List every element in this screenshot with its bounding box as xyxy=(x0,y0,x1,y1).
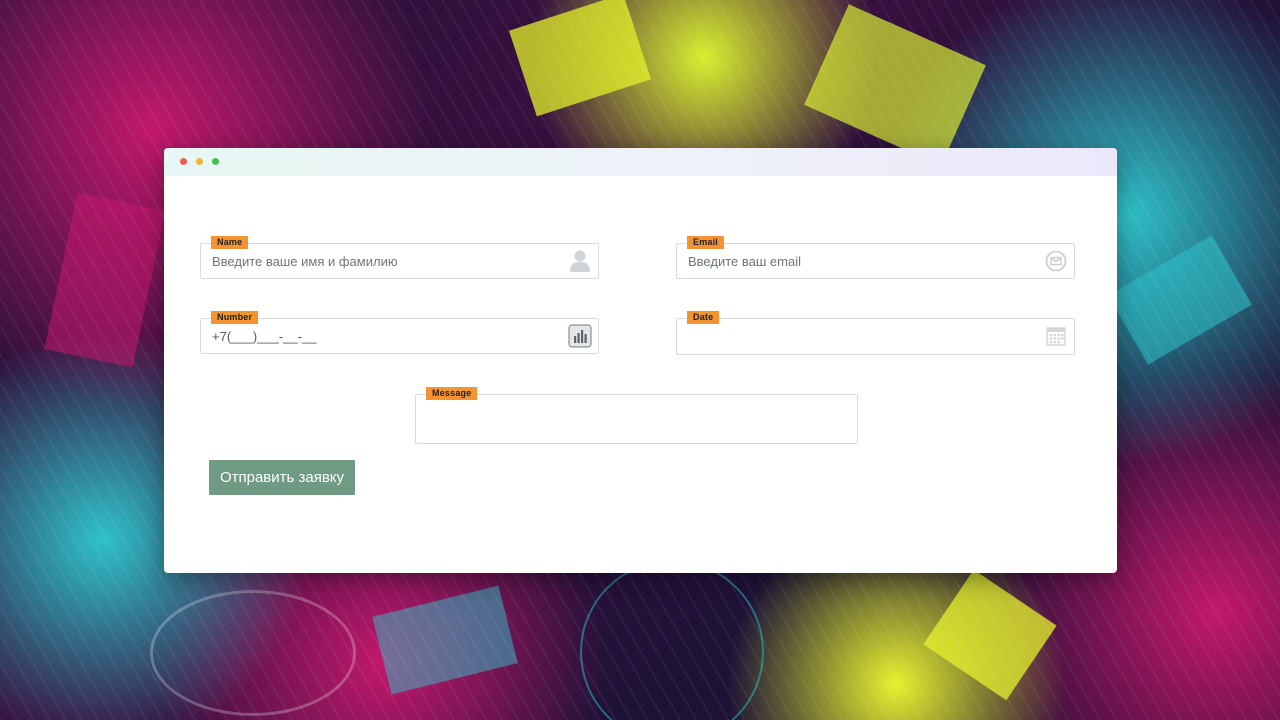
email-input[interactable] xyxy=(677,244,1074,278)
email-field-wrapper: Email xyxy=(676,236,1075,279)
close-window-dot[interactable] xyxy=(180,158,187,165)
user-icon xyxy=(568,249,592,273)
date-field-wrapper: Date xyxy=(676,311,1075,355)
calendar-icon xyxy=(1044,324,1068,348)
number-field-wrapper: Number xyxy=(200,311,599,354)
phone-input[interactable] xyxy=(201,319,598,353)
submit-request-button[interactable]: Отправить заявку xyxy=(209,460,355,495)
message-field-wrapper: Message xyxy=(415,387,858,444)
name-input[interactable] xyxy=(201,244,598,278)
window-titlebar xyxy=(164,148,1117,176)
envelope-icon xyxy=(1044,249,1068,273)
minimize-window-dot[interactable] xyxy=(196,158,203,165)
name-field-wrapper: Name xyxy=(200,236,599,279)
browser-window: Name Email Number xyxy=(164,148,1117,573)
bar-chart-icon xyxy=(568,324,592,348)
date-input[interactable] xyxy=(677,319,1074,354)
message-textarea[interactable] xyxy=(416,395,857,443)
maximize-window-dot[interactable] xyxy=(212,158,219,165)
